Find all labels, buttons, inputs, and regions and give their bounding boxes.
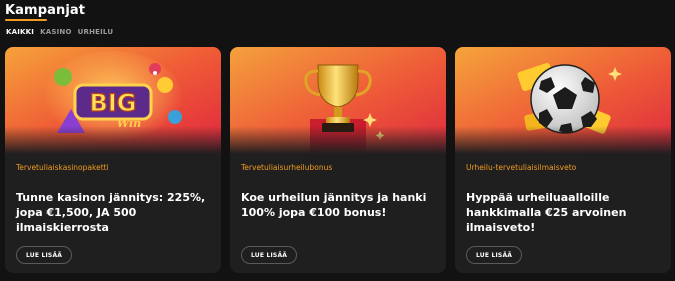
card-category: Tervetuliaiskasinopaketti bbox=[16, 163, 109, 172]
page-title: Kampanjat bbox=[5, 3, 86, 18]
promo-card-sports[interactable]: Tervetuliaisurheilubonus Koe urheilun jä… bbox=[230, 47, 446, 273]
promo-card-casino[interactable]: BIG Win Tervetuliaiskasinopaketti Tunne … bbox=[5, 47, 221, 273]
tab-kasino[interactable]: KASINO bbox=[40, 28, 72, 36]
tab-kaikki[interactable]: KAIKKI bbox=[6, 28, 34, 36]
card-category: Urheilu-tervetuliaisilmaisveto bbox=[466, 163, 577, 172]
card-category: Tervetuliaisurheilubonus bbox=[241, 163, 333, 172]
title-underline bbox=[5, 19, 47, 21]
svg-text:BIG: BIG bbox=[90, 89, 137, 117]
card-headline: Hyppää urheiluaalloille hankkimalla €25 … bbox=[466, 191, 627, 234]
card-headline: Tunne kasinon jännitys: 225%, jopa €1,50… bbox=[16, 191, 206, 234]
promo-card-free-bet[interactable]: Urheilu-tervetuliaisilmaisveto Hyppää ur… bbox=[455, 47, 671, 273]
filter-tabs: KAIKKI KASINO URHEILU bbox=[6, 28, 113, 36]
page-header: Kampanjat bbox=[5, 3, 86, 21]
read-more-button[interactable]: LUE LISÄÄ bbox=[16, 246, 73, 264]
tab-urheilu[interactable]: URHEILU bbox=[78, 28, 114, 36]
read-more-button[interactable]: LUE LISÄÄ bbox=[241, 246, 298, 264]
read-more-button[interactable]: LUE LISÄÄ bbox=[466, 246, 523, 264]
card-headline: Koe urheilun jännitys ja hanki 100% jopa… bbox=[241, 191, 427, 219]
